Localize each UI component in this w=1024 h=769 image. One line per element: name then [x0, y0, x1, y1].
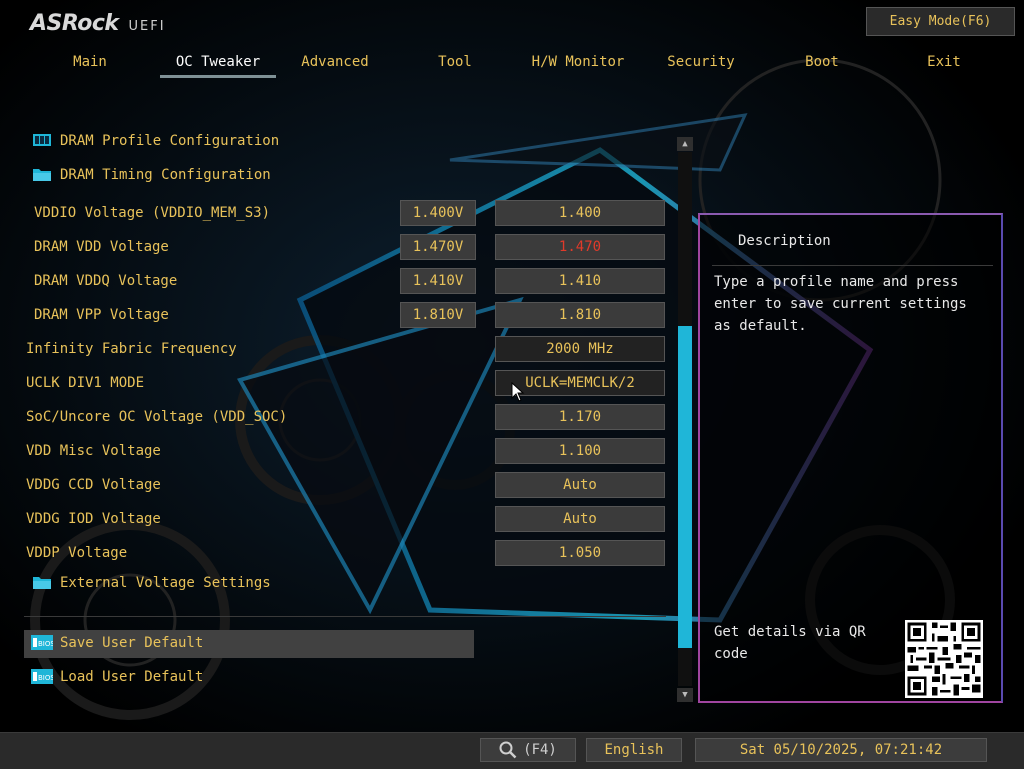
- setting-label: VDDIO Voltage (VDDIO_MEM_S3): [34, 205, 271, 221]
- tab-main[interactable]: Main: [60, 52, 120, 78]
- bios-icon: BIOS: [31, 669, 53, 684]
- tab-hw-monitor[interactable]: H/W Monitor: [528, 52, 628, 78]
- value-field[interactable]: 1.170: [495, 404, 665, 430]
- dram-profile-configuration-item[interactable]: DRAM Profile Configuration: [24, 128, 676, 156]
- svg-text:BIOS: BIOS: [38, 640, 53, 648]
- setting-label: DRAM VPP Voltage: [34, 307, 169, 323]
- external-voltage-settings-item[interactable]: External Voltage Settings: [24, 570, 676, 598]
- vddp-voltage-row[interactable]: VDDP Voltage 1.050: [24, 540, 676, 568]
- vddio-voltage-row[interactable]: VDDIO Voltage (VDDIO_MEM_S3) 1.400V 1.40…: [24, 200, 676, 228]
- setting-label: VDDG CCD Voltage: [26, 477, 161, 493]
- tab-tool[interactable]: Tool: [430, 52, 480, 78]
- tab-advanced[interactable]: Advanced: [295, 52, 375, 78]
- description-divider: [712, 265, 993, 266]
- vddg-iod-voltage-row[interactable]: VDDG IOD Voltage Auto: [24, 506, 676, 534]
- setting-label: VDDG IOD Voltage: [26, 511, 161, 527]
- tab-security[interactable]: Security: [664, 52, 738, 78]
- dram-vdd-voltage-row[interactable]: DRAM VDD Voltage 1.470V 1.470: [24, 234, 676, 262]
- setting-label: DRAM VDDQ Voltage: [34, 273, 178, 289]
- dram-profile-icon: [33, 134, 51, 146]
- value-dropdown[interactable]: 2000 MHz: [495, 336, 665, 362]
- value-field[interactable]: 1.810: [495, 302, 665, 328]
- svg-text:BIOS: BIOS: [38, 674, 53, 682]
- folder-icon: [33, 577, 51, 589]
- search-shortcut: (F4): [523, 742, 557, 758]
- value-field[interactable]: 1.100: [495, 438, 665, 464]
- divider: [24, 616, 666, 617]
- value-field[interactable]: 1.050: [495, 540, 665, 566]
- brand-suffix: UEFI: [128, 19, 166, 34]
- soc-uncore-oc-voltage-row[interactable]: SoC/Uncore OC Voltage (VDD_SOC) 1.170: [24, 404, 676, 432]
- setting-label: SoC/Uncore OC Voltage (VDD_SOC): [26, 409, 288, 425]
- setting-label: DRAM VDD Voltage: [34, 239, 169, 255]
- vdd-misc-voltage-row[interactable]: VDD Misc Voltage 1.100: [24, 438, 676, 466]
- search-button[interactable]: (F4): [480, 738, 576, 762]
- description-title: Description: [738, 233, 831, 249]
- setting-label: UCLK DIV1 MODE: [26, 375, 145, 391]
- scrollbar-thumb[interactable]: [678, 326, 692, 648]
- value-field[interactable]: 1.400: [495, 200, 665, 226]
- folder-icon: [33, 169, 51, 181]
- menu-label: Load User Default: [60, 669, 204, 685]
- current-value: 1.410V: [400, 268, 476, 294]
- search-icon: [499, 741, 517, 759]
- scroll-down-icon[interactable]: ▼: [677, 688, 693, 702]
- current-value: 1.810V: [400, 302, 476, 328]
- load-user-default-item[interactable]: BIOS Load User Default: [24, 664, 676, 692]
- qr-code-icon: [905, 620, 983, 698]
- qr-caption: Get details via QR code: [714, 624, 866, 662]
- datetime-display: Sat 05/10/2025, 07:21:42: [695, 738, 987, 762]
- infinity-fabric-frequency-row[interactable]: Infinity Fabric Frequency 2000 MHz: [24, 336, 676, 364]
- tab-oc-tweaker[interactable]: OC Tweaker: [160, 52, 276, 78]
- value-field[interactable]: 1.410: [495, 268, 665, 294]
- language-button[interactable]: English: [586, 738, 682, 762]
- current-value: 1.400V: [400, 200, 476, 226]
- brand-name: ASRock: [30, 11, 119, 36]
- description-text: Type a profile name and press enter to s…: [714, 274, 967, 334]
- setting-label: VDD Misc Voltage: [26, 443, 161, 459]
- dram-vpp-voltage-row[interactable]: DRAM VPP Voltage 1.810V 1.810: [24, 302, 676, 330]
- uclk-div1-mode-row[interactable]: UCLK DIV1 MODE UCLK=MEMCLK/2: [24, 370, 676, 398]
- dram-timing-configuration-item[interactable]: DRAM Timing Configuration: [24, 162, 676, 190]
- main-tabs: Main OC Tweaker Advanced Tool H/W Monito…: [28, 52, 1008, 78]
- easy-mode-button[interactable]: Easy Mode(F6): [866, 7, 1015, 36]
- save-user-default-item[interactable]: BIOS Save User Default: [24, 630, 676, 658]
- description-panel: Description Type a profile name and pres…: [698, 213, 1003, 703]
- current-value: 1.470V: [400, 234, 476, 260]
- bios-icon: BIOS: [31, 635, 53, 650]
- tab-boot[interactable]: Boot: [800, 52, 844, 78]
- vddg-ccd-voltage-row[interactable]: VDDG CCD Voltage Auto: [24, 472, 676, 500]
- mouse-pointer-icon: [511, 382, 525, 402]
- asrock-logo: ASRock UEFI: [30, 10, 166, 36]
- menu-label: DRAM Timing Configuration: [60, 167, 271, 183]
- bottom-bar: (F4) English Sat 05/10/2025, 07:21:42: [0, 732, 1024, 769]
- setting-label: Infinity Fabric Frequency: [26, 341, 237, 357]
- menu-label: Save User Default: [60, 635, 204, 651]
- scroll-up-icon[interactable]: ▲: [677, 137, 693, 151]
- dram-vddq-voltage-row[interactable]: DRAM VDDQ Voltage 1.410V 1.410: [24, 268, 676, 296]
- menu-label: External Voltage Settings: [60, 575, 271, 591]
- setting-label: VDDP Voltage: [26, 545, 128, 561]
- value-field[interactable]: Auto: [495, 506, 665, 532]
- value-field[interactable]: Auto: [495, 472, 665, 498]
- tab-exit[interactable]: Exit: [924, 52, 964, 78]
- value-field[interactable]: 1.470: [495, 234, 665, 260]
- menu-label: DRAM Profile Configuration: [60, 133, 280, 149]
